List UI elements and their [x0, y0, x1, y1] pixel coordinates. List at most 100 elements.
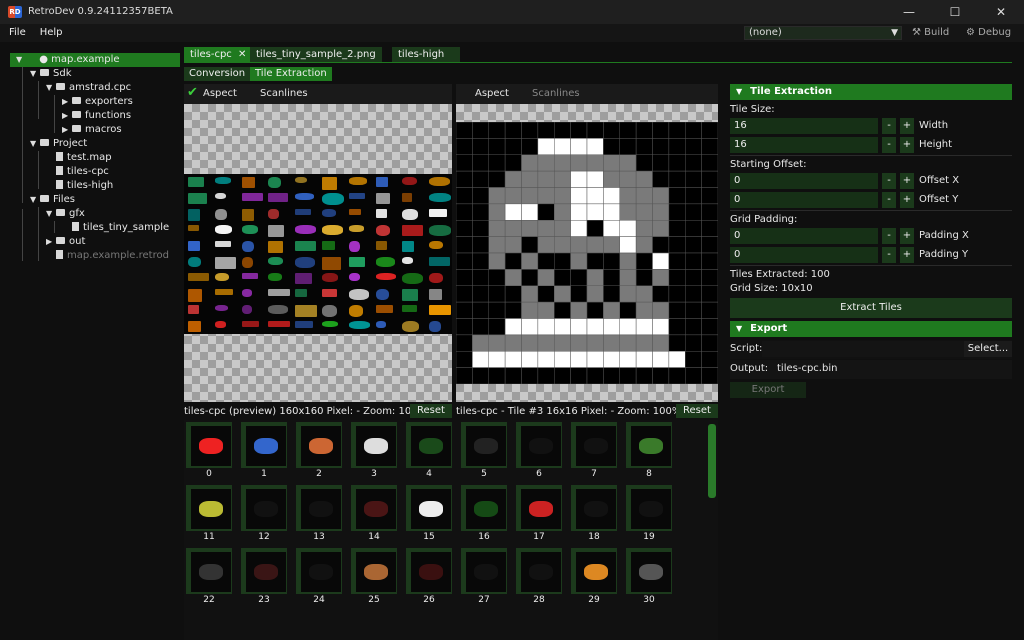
tile-pixel[interactable]	[586, 170, 604, 188]
tile-pixel[interactable]	[603, 138, 620, 155]
tile-pixel[interactable]	[603, 220, 620, 237]
tile-pixel[interactable]	[537, 138, 555, 155]
tile-pixel[interactable]	[488, 203, 506, 221]
tree-item[interactable]: ▼ Project	[30, 137, 87, 151]
tile-pixel[interactable]	[701, 220, 718, 237]
tile-pixel[interactable]	[456, 170, 473, 188]
tile-pixel[interactable]	[504, 170, 522, 188]
tile-pixel[interactable]	[668, 301, 686, 319]
offset-x-minus-button[interactable]: -	[882, 173, 896, 189]
tile-pixel[interactable]	[504, 220, 522, 237]
build-button[interactable]: ⚒ Build	[912, 26, 949, 40]
tile-pixel[interactable]	[537, 252, 555, 270]
tile-pixel[interactable]	[488, 154, 506, 172]
tree-item[interactable]: tiles_tiny_sample	[62, 221, 169, 235]
tile-thumbnail[interactable]	[461, 422, 507, 468]
tile-thumbnail[interactable]	[516, 422, 562, 468]
tile-pixel[interactable]	[504, 351, 522, 368]
tile-pixel[interactable]	[521, 187, 539, 205]
tile-pixel[interactable]	[521, 203, 539, 221]
expand-icon[interactable]: ▶	[62, 109, 72, 123]
tile-pixel[interactable]	[488, 236, 506, 254]
tile-pixel[interactable]	[537, 187, 555, 205]
tile-pixel[interactable]	[668, 334, 686, 352]
tile-pixel[interactable]	[504, 285, 522, 303]
tile-pixel[interactable]	[619, 122, 637, 139]
tile-pixel[interactable]	[456, 269, 473, 286]
tile-pixel[interactable]	[488, 285, 506, 303]
tile-pixel[interactable]	[603, 170, 620, 188]
tile-pixel[interactable]	[554, 203, 571, 221]
tile-pixel[interactable]	[488, 301, 506, 319]
offset-y-input[interactable]: 0	[730, 192, 878, 208]
tile-pixel[interactable]	[619, 367, 637, 384]
tile-pixel[interactable]	[570, 203, 588, 221]
tile-pixel[interactable]	[701, 269, 718, 286]
tile-pixel[interactable]	[619, 220, 637, 237]
tile-pixel[interactable]	[635, 236, 653, 254]
tile-pixel[interactable]	[554, 285, 571, 303]
tile-pixel[interactable]	[652, 301, 670, 319]
tile-pixel[interactable]	[619, 203, 637, 221]
tile-thumbnail[interactable]	[351, 422, 397, 468]
tile-pixel[interactable]	[668, 351, 686, 368]
collapse-icon[interactable]: ▼	[30, 193, 40, 207]
offset-x-input[interactable]: 0	[730, 173, 878, 189]
padding-y-input[interactable]: 0	[730, 247, 878, 263]
tile-pixel[interactable]	[586, 122, 604, 139]
tile-pixel[interactable]	[668, 170, 686, 188]
tab-tile-extraction[interactable]: Tile Extraction	[250, 67, 332, 81]
tile-pixel[interactable]	[619, 154, 637, 172]
tree-item[interactable]: tiles-high	[46, 179, 113, 193]
tab-conversion[interactable]: Conversion	[184, 67, 251, 81]
tile-thumbnail[interactable]	[351, 548, 397, 594]
tile-pixel[interactable]	[554, 301, 571, 319]
menu-help[interactable]: Help	[33, 24, 70, 42]
tile-pixel[interactable]	[685, 318, 702, 336]
tile-pixel[interactable]	[685, 203, 702, 221]
tile-pixel[interactable]	[586, 367, 604, 384]
tile-pixel[interactable]	[701, 252, 718, 270]
tile-pixel[interactable]	[554, 269, 571, 286]
tile-pixel[interactable]	[456, 301, 473, 319]
tile-pixel[interactable]	[488, 170, 506, 188]
minimize-button[interactable]: —	[886, 0, 932, 24]
tile-pixel[interactable]	[635, 367, 653, 384]
tile-pixel[interactable]	[685, 154, 702, 172]
tile-pixel[interactable]	[504, 187, 522, 205]
maximize-button[interactable]: ☐	[932, 0, 978, 24]
tile-thumbnail[interactable]	[186, 422, 232, 468]
tile-pixel[interactable]	[652, 154, 670, 172]
tile-pixel[interactable]	[685, 301, 702, 319]
tile-pixel[interactable]	[635, 187, 653, 205]
tile-thumbnail[interactable]	[296, 485, 342, 531]
tile-pixel[interactable]	[537, 334, 555, 352]
tile-pixel[interactable]	[652, 334, 670, 352]
tile-pixel[interactable]	[668, 187, 686, 205]
profile-select[interactable]: (none) ▼	[744, 26, 902, 40]
collapse-icon[interactable]: ▼	[30, 137, 40, 151]
tile-pixel[interactable]	[456, 285, 473, 303]
tree-item[interactable]: map.example.retrod	[46, 249, 169, 263]
tile-pixel[interactable]	[586, 187, 604, 205]
tile-pixel[interactable]	[570, 122, 588, 139]
tile-thumbnail[interactable]	[351, 485, 397, 531]
tile-thumbnail[interactable]	[406, 485, 452, 531]
tile-pixel[interactable]	[652, 367, 670, 384]
tile-pixel[interactable]	[554, 318, 571, 336]
tile-pixel[interactable]	[554, 138, 571, 155]
tile-pixel[interactable]	[537, 122, 555, 139]
tile-pixel[interactable]	[603, 154, 620, 172]
tile-pixel[interactable]	[570, 187, 588, 205]
tile-pixel[interactable]	[586, 351, 604, 368]
tile-pixel[interactable]	[586, 236, 604, 254]
tile-pixel[interactable]	[456, 236, 473, 254]
tile-pixel[interactable]	[456, 367, 473, 384]
tile-pixel[interactable]	[472, 138, 489, 155]
tile-pixel[interactable]	[652, 318, 670, 336]
tile-pixel[interactable]	[537, 170, 555, 188]
tile-pixel[interactable]	[537, 154, 555, 172]
debug-button[interactable]: ⚙ Debug	[966, 26, 1011, 40]
tile-pixel[interactable]	[521, 122, 539, 139]
padding-x-input[interactable]: 0	[730, 228, 878, 244]
